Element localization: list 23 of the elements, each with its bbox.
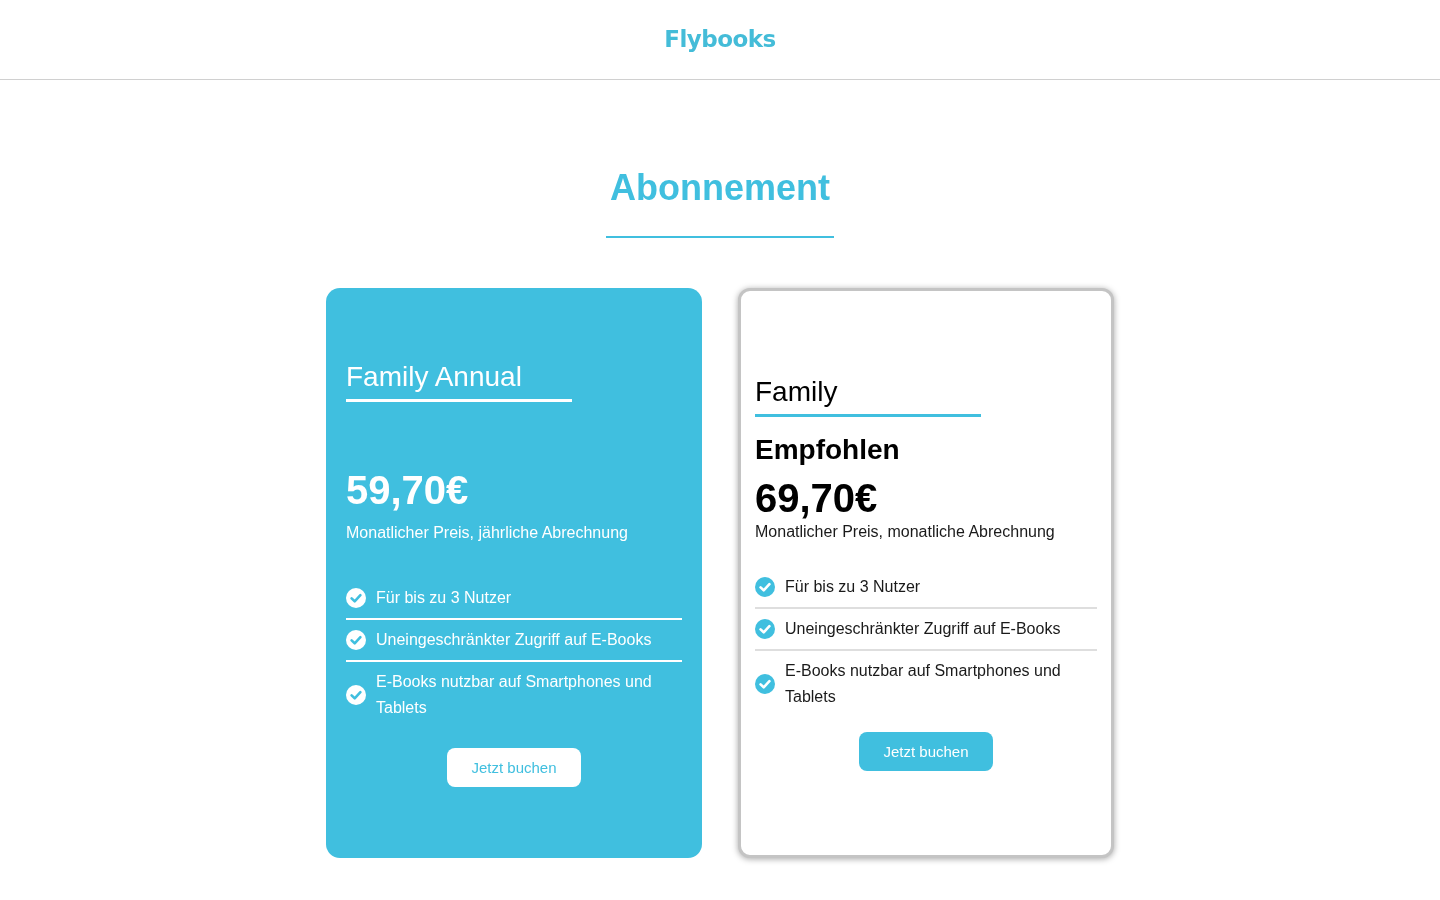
book-button[interactable]: Jetzt buchen	[859, 732, 993, 771]
book-button[interactable]: Jetzt buchen	[447, 747, 581, 787]
check-circle-icon	[346, 587, 366, 608]
feature-text: Uneingeschränkter Zugriff auf E-Books	[785, 619, 1061, 639]
feature-text: E-Books nutzbar auf Smartphones und Tablets	[376, 671, 653, 718]
check-circle-icon	[346, 684, 366, 705]
check-circle-icon	[755, 619, 775, 639]
billing-note: Monatlicher Preis, monatliche Abrechnung	[755, 522, 1055, 542]
brand-logo[interactable]: Flybooks	[664, 22, 776, 57]
feature-text: Für bis zu 3 Nutzer	[785, 577, 921, 597]
feature-text: Für bis zu 3 Nutzer	[376, 587, 512, 608]
feature-text: E-Books nutzbar auf Smartphones und Tablets	[785, 661, 1062, 707]
check-circle-icon	[346, 629, 366, 650]
billing-note: Monatlicher Preis, jährliche Abrechnung	[346, 522, 628, 543]
check-circle-icon	[755, 577, 775, 597]
plan-price: 59,70€	[346, 466, 469, 514]
plan-price: 69,70€	[755, 475, 878, 522]
plan-name: Family Annual	[346, 359, 522, 394]
plan-name: Family	[755, 375, 838, 409]
recommended-label: Empfohlen	[755, 433, 900, 467]
page-title: Abonnement	[610, 166, 830, 209]
feature-text: Uneingeschränkter Zugriff auf E-Books	[376, 629, 652, 650]
check-circle-icon	[755, 674, 775, 694]
